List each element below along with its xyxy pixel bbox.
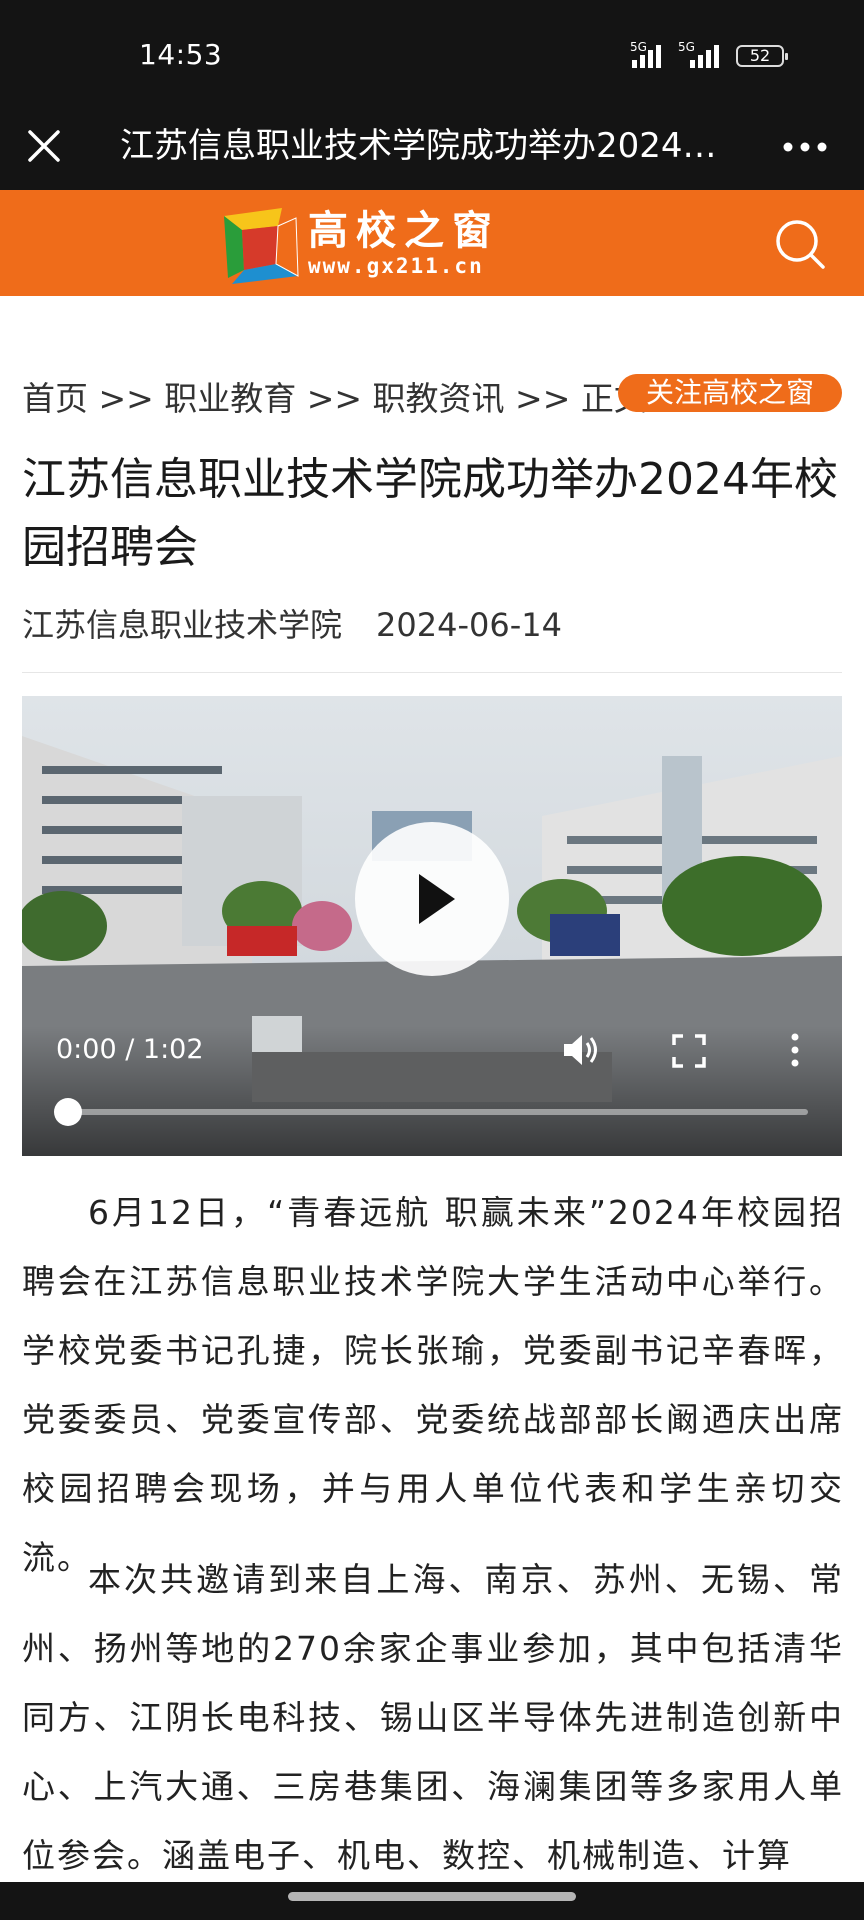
- video-progress-bar[interactable]: [68, 1109, 808, 1115]
- home-indicator[interactable]: [288, 1892, 576, 1901]
- play-icon[interactable]: [355, 822, 509, 976]
- fullscreen-icon[interactable]: [672, 1034, 706, 1068]
- article-source: 江苏信息职业技术学院: [22, 606, 343, 644]
- signal-icon: [632, 44, 661, 68]
- article-meta: 江苏信息职业技术学院 2024-06-14: [22, 600, 562, 646]
- article-headline: 江苏信息职业技术学院成功举办2024年校园招聘会: [22, 454, 838, 573]
- video-player[interactable]: 0:00 / 1:02: [22, 696, 842, 1156]
- site-logo[interactable]: 高校之窗 www.gx211.cn: [220, 204, 530, 286]
- more-horizontal-icon[interactable]: [780, 132, 830, 162]
- page-title: 江苏信息职业技术学院成功举办2024年校园招聘会: [120, 126, 740, 166]
- article-date: 2024-06-14: [376, 606, 562, 644]
- more-vertical-icon[interactable]: [790, 1032, 800, 1068]
- close-icon[interactable]: [24, 118, 64, 174]
- video-time: 0:00 / 1:02: [56, 1034, 204, 1065]
- follow-button[interactable]: 关注高校之窗: [618, 374, 842, 412]
- battery-icon: 52: [736, 45, 788, 67]
- system-nav-bar: [0, 1882, 864, 1920]
- status-bar: 14:53 5G 5G 52: [0, 0, 864, 110]
- signal-icon-2: [690, 44, 719, 68]
- article-paragraph: 6月12日，“青春远航 职赢未来”2024年校园招聘会在江苏信息职业技术学院大学…: [22, 1193, 844, 1577]
- breadcrumb[interactable]: 首页 >> 职业教育 >> 职教资讯 >> 正文: [22, 372, 647, 420]
- site-header: 高校之窗 www.gx211.cn: [0, 190, 864, 296]
- status-time: 14:53: [139, 38, 223, 71]
- brand-name: 高校之窗: [308, 208, 500, 254]
- video-progress-handle[interactable]: [54, 1098, 82, 1126]
- article-paragraph: 本次共邀请到来自上海、南京、苏州、无锡、常州、扬州等地的270余家企事业参加，其…: [22, 1560, 844, 1875]
- volume-icon[interactable]: [562, 1032, 602, 1068]
- browser-title-bar: 江苏信息职业技术学院成功举办2024年校园招聘会: [0, 110, 864, 190]
- search-icon[interactable]: [772, 216, 828, 272]
- divider: [22, 672, 842, 673]
- brand-url: www.gx211.cn: [308, 254, 484, 278]
- logo-mark-icon: [224, 208, 299, 284]
